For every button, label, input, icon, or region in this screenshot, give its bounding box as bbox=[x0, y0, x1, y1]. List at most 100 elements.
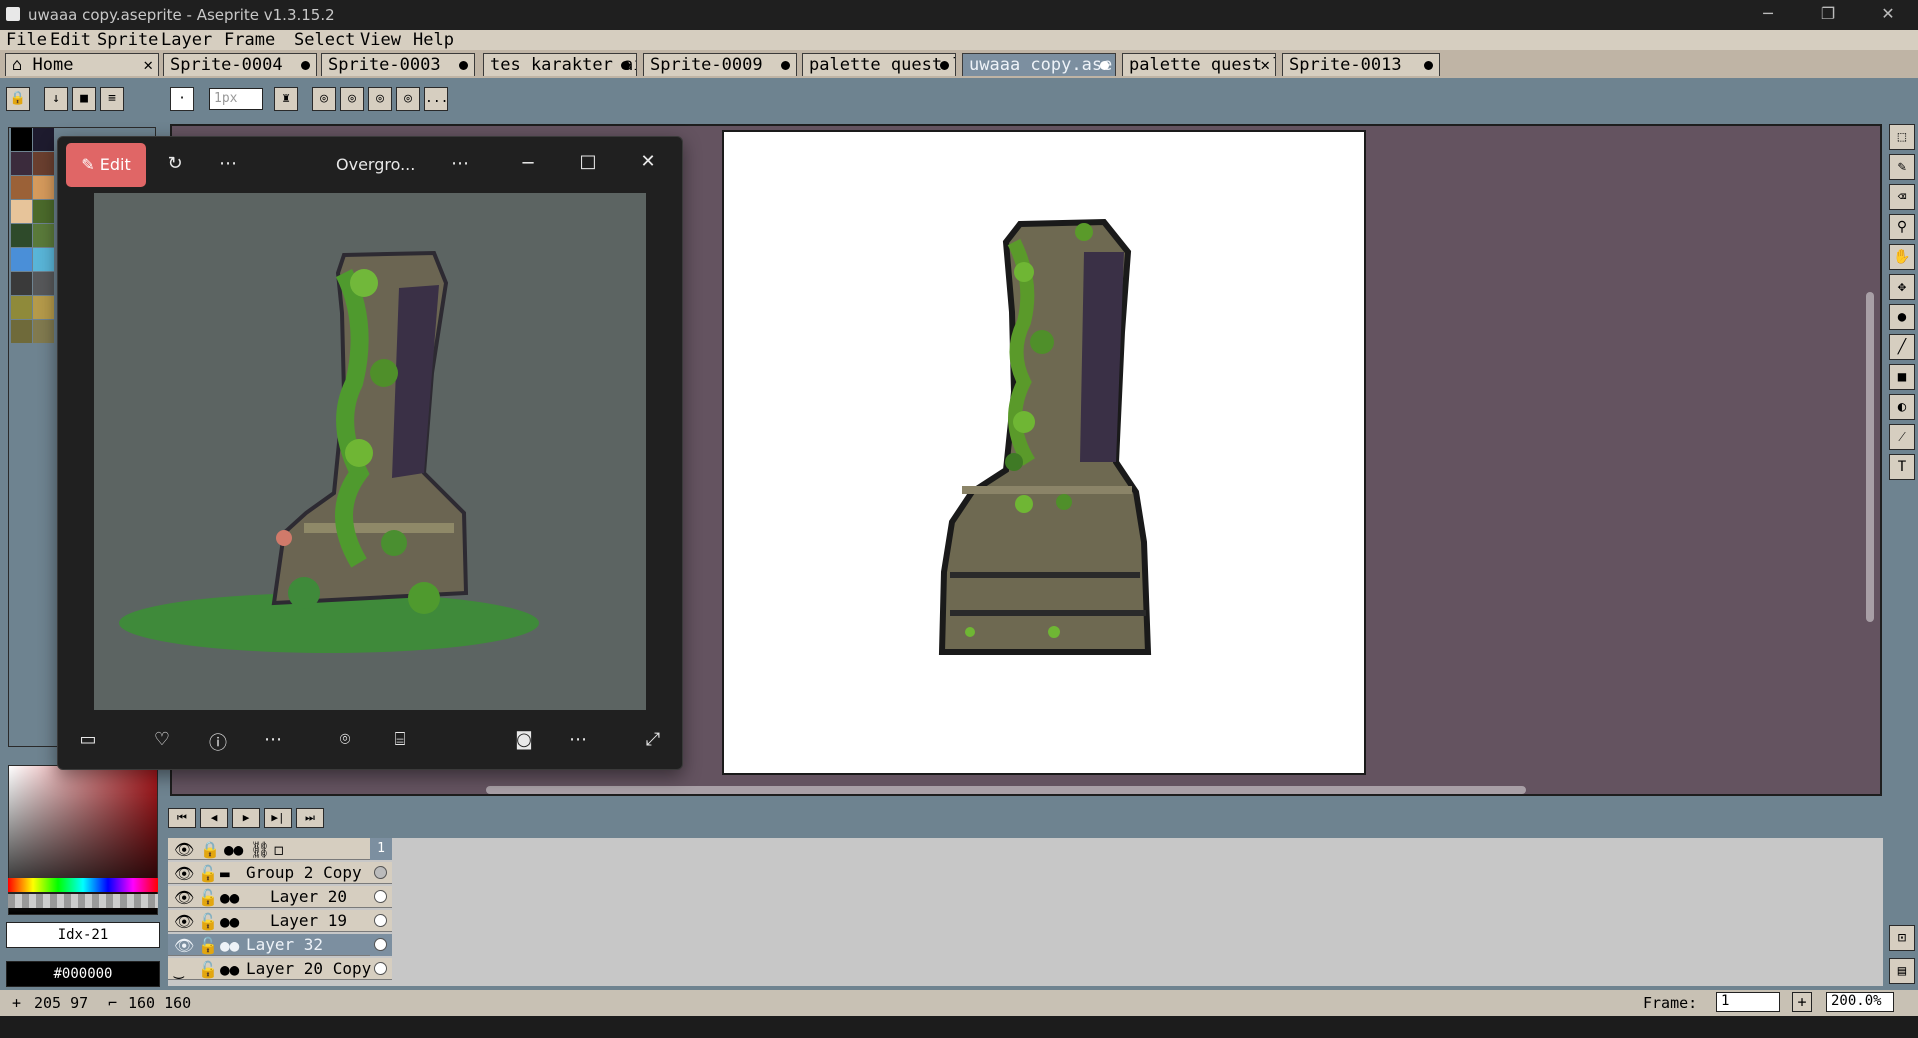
brush-shape-icon[interactable]: · bbox=[170, 87, 194, 111]
layer-row-layer-20-copy[interactable]: ‿ 🔓 ●● Layer 20 Copy bbox=[168, 958, 392, 980]
lock-icon[interactable]: 🔓 bbox=[198, 864, 218, 883]
maximize-button[interactable]: ❐ bbox=[1798, 0, 1858, 30]
text-tool-icon[interactable]: T bbox=[1889, 454, 1915, 480]
lock-icon[interactable]: 🔓 bbox=[198, 936, 218, 955]
eye-icon[interactable]: 👁 bbox=[174, 864, 194, 883]
palette-swatch[interactable] bbox=[33, 200, 54, 223]
timeline-zoom-icon[interactable]: ⊡ bbox=[1889, 925, 1915, 951]
close-viewer-icon[interactable]: ✕ bbox=[636, 151, 660, 172]
lock-icon[interactable]: 🔒 bbox=[6, 87, 30, 111]
layer-row-layer-19[interactable]: 👁 🔓 ●● Layer 19 bbox=[168, 910, 392, 932]
frame-1-header[interactable]: 1 bbox=[370, 838, 392, 860]
continuous-icon[interactable]: ●● bbox=[220, 960, 239, 979]
move-tool-icon[interactable]: ✥ bbox=[1889, 274, 1915, 300]
cel-group[interactable] bbox=[370, 862, 392, 884]
timeline-options-icon[interactable]: ▤ bbox=[1889, 958, 1915, 984]
alpha-slider[interactable] bbox=[8, 894, 158, 908]
continuous-icon[interactable]: ●● bbox=[220, 888, 239, 907]
palette-swatch[interactable] bbox=[33, 128, 54, 151]
layer-row-layer-32[interactable]: 👁 🔓 ●● Layer 32 bbox=[168, 934, 392, 956]
menu-layer[interactable]: Layer bbox=[161, 30, 212, 50]
scan-text-icon[interactable]: ⌸ bbox=[388, 729, 412, 750]
palette-swatch[interactable] bbox=[11, 152, 32, 175]
palette-swatch[interactable] bbox=[11, 320, 32, 343]
more-title-button[interactable]: ⋯ bbox=[448, 153, 472, 174]
fill-tool-icon[interactable]: ● bbox=[1889, 304, 1915, 330]
hidden-eye-icon[interactable]: ‿ bbox=[174, 960, 184, 979]
palette-swatch[interactable] bbox=[33, 320, 54, 343]
onion-skin-icon[interactable]: ◻ bbox=[274, 840, 284, 859]
option-1-icon[interactable]: ◎ bbox=[312, 87, 336, 111]
lock-icon[interactable]: 🔓 bbox=[198, 960, 218, 979]
eye-icon[interactable]: 👁 bbox=[174, 912, 194, 931]
cel-layer-32[interactable] bbox=[370, 934, 392, 956]
ink-icon[interactable]: ♜ bbox=[274, 87, 298, 111]
palette-swatch[interactable] bbox=[11, 200, 32, 223]
palette-swatch[interactable] bbox=[11, 248, 32, 271]
palette-swatch[interactable] bbox=[33, 272, 54, 295]
layer-row-group-2-copy[interactable]: 👁 🔓 ▬ Group 2 Copy bbox=[168, 862, 392, 884]
color-index-field[interactable]: Idx-21 bbox=[6, 922, 160, 948]
palette-swatch[interactable] bbox=[33, 176, 54, 199]
palette-swatch[interactable] bbox=[11, 176, 32, 199]
sprite-canvas[interactable] bbox=[722, 130, 1366, 775]
fullscreen-icon[interactable]: ⤢ bbox=[641, 729, 665, 750]
close-tab-icon[interactable]: ✕ bbox=[143, 54, 153, 76]
option-2-icon[interactable]: ◎ bbox=[340, 87, 364, 111]
favorite-heart-icon[interactable]: ♡ bbox=[150, 729, 174, 750]
eraser-tool-icon[interactable]: ⌫ bbox=[1889, 184, 1915, 210]
option-4-icon[interactable]: ◎ bbox=[396, 87, 420, 111]
tab-home[interactable]: ⌂ Home ✕ bbox=[5, 53, 159, 76]
palette-swatch[interactable] bbox=[11, 272, 32, 295]
palette-swatch[interactable] bbox=[11, 128, 32, 151]
link-header-icon[interactable]: ⛓ bbox=[250, 840, 270, 859]
continuous-icon[interactable]: ●● bbox=[220, 936, 239, 955]
minimize-viewer-icon[interactable]: ─ bbox=[516, 153, 540, 174]
save-icon[interactable]: ■ bbox=[72, 87, 96, 111]
menu-lines-icon[interactable]: ≡ bbox=[100, 87, 124, 111]
minimize-button[interactable]: ─ bbox=[1738, 0, 1798, 30]
menu-select[interactable]: Select bbox=[294, 30, 355, 50]
menu-view[interactable]: View bbox=[360, 30, 401, 50]
brush-size-input[interactable]: 1px bbox=[209, 88, 263, 110]
tab-sprite-0003[interactable]: Sprite-0003 bbox=[321, 53, 475, 76]
color-spectrum[interactable] bbox=[8, 765, 158, 915]
cel-layer-20-copy[interactable] bbox=[370, 958, 392, 980]
tab-sprite-0009[interactable]: Sprite-0009 bbox=[643, 53, 797, 76]
hue-slider[interactable] bbox=[8, 878, 158, 892]
vertical-scrollbar[interactable] bbox=[1866, 292, 1874, 622]
continuous-icon[interactable]: ●● bbox=[220, 912, 239, 931]
line-tool-icon[interactable]: ╱ bbox=[1889, 334, 1915, 360]
rectangle-tool-icon[interactable]: ■ bbox=[1889, 364, 1915, 390]
lock-icon[interactable]: 🔓 bbox=[198, 912, 218, 931]
play-button[interactable]: ▶ bbox=[232, 808, 260, 828]
continuous-header-icon[interactable]: ●● bbox=[224, 840, 243, 859]
frame-input[interactable]: 1 bbox=[1716, 992, 1780, 1012]
filmstrip-icon[interactable]: ▭ bbox=[76, 729, 100, 750]
close-tab-icon[interactable]: ✕ bbox=[1260, 54, 1270, 76]
menu-file[interactable]: File bbox=[6, 30, 47, 50]
tab-sprite-0004[interactable]: Sprite-0004 bbox=[163, 53, 317, 76]
down-arrow-icon[interactable]: ↓ bbox=[44, 87, 68, 111]
viewer-image[interactable] bbox=[94, 193, 646, 710]
palette-swatch[interactable] bbox=[33, 152, 54, 175]
eyedropper-tool-icon[interactable]: ⚲ bbox=[1889, 214, 1915, 240]
contour-tool-icon[interactable]: ◐ bbox=[1889, 394, 1915, 420]
palette-swatch[interactable] bbox=[11, 224, 32, 247]
menu-sprite[interactable]: Sprite bbox=[97, 30, 158, 50]
palette-swatch[interactable] bbox=[11, 296, 32, 319]
blur-tool-icon[interactable]: ⁄ bbox=[1889, 424, 1915, 450]
eye-icon[interactable]: 👁 bbox=[174, 936, 194, 955]
palette-swatch[interactable] bbox=[33, 224, 54, 247]
color-hex-field[interactable]: #000000 bbox=[6, 961, 160, 987]
tab-sprite-0013[interactable]: Sprite-0013 bbox=[1282, 53, 1440, 76]
marquee-tool-icon[interactable]: ⬚ bbox=[1889, 124, 1915, 150]
slideshow-icon[interactable]: ◙ bbox=[512, 729, 536, 750]
menu-frame[interactable]: Frame bbox=[224, 30, 275, 50]
maximize-viewer-icon[interactable]: □ bbox=[576, 151, 600, 172]
cel-layer-19[interactable] bbox=[370, 910, 392, 932]
more-right-button[interactable]: ⋯ bbox=[566, 729, 590, 750]
menu-help[interactable]: Help bbox=[413, 30, 454, 50]
lock-icon[interactable]: 🔓 bbox=[198, 888, 218, 907]
edit-button[interactable]: ✎ Edit bbox=[66, 143, 146, 187]
